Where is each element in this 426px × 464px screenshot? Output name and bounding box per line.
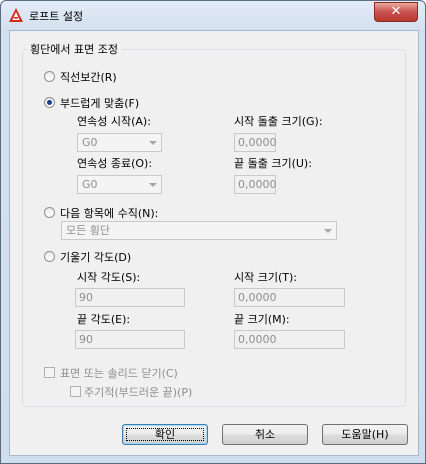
start-angle-input[interactable]: 90 (75, 288, 185, 307)
smooth-fit-radio[interactable] (44, 97, 55, 108)
close-icon: ✕ (390, 4, 402, 19)
autocad-app-icon (9, 8, 23, 22)
end-magnitude-value: 0,0000 (238, 333, 277, 346)
ruled-label[interactable]: 직선보간(R) (60, 69, 117, 85)
end-angle-value: 90 (79, 333, 93, 346)
end-angle-input[interactable]: 90 (75, 330, 185, 349)
help-button[interactable]: 도움말(H) (322, 424, 408, 445)
draft-angles-label[interactable]: 기울기 각도(D) (60, 249, 131, 265)
normal-to-value: 모든 횡단 (66, 224, 110, 237)
start-bulge-input[interactable]: 0,0000 (234, 133, 277, 152)
end-magnitude-label: 끝 크기(M): (234, 313, 290, 326)
close-solid-checkbox[interactable] (44, 367, 55, 378)
cancel-label: 취소 (254, 428, 276, 441)
end-bulge-input[interactable]: 0,0000 (234, 175, 277, 194)
chevron-down-icon (324, 229, 332, 233)
end-continuity-label: 연속성 종료(O): (77, 157, 153, 170)
dialog-body: 횡단에서 표면 조정 직선보간(R) 부드럽게 맞춤(F) 연속성 시작(A):… (9, 30, 419, 456)
start-bulge-label: 시작 돌출 크기(G): (234, 115, 323, 128)
end-continuity-select[interactable]: G0 (77, 175, 162, 194)
start-angle-label: 시작 각도(S): (77, 271, 141, 284)
normal-to-radio[interactable] (44, 207, 55, 218)
normal-to-select[interactable]: 모든 횡단 (61, 221, 337, 240)
start-continuity-select[interactable]: G0 (77, 133, 162, 152)
start-bulge-value: 0,0000 (238, 136, 277, 149)
start-continuity-value: G0 (82, 136, 98, 149)
end-continuity-value: G0 (82, 178, 98, 191)
start-magnitude-label: 시작 크기(T): (234, 271, 297, 284)
draft-angles-radio[interactable] (44, 251, 55, 262)
window-title: 로프트 설정 (29, 10, 84, 23)
end-bulge-value: 0,0000 (238, 178, 277, 191)
close-solid-label[interactable]: 표면 또는 솔리드 닫기(C) (60, 365, 178, 381)
periodic-checkbox[interactable] (70, 386, 81, 397)
normal-to-label[interactable]: 다음 항목에 수직(N): (60, 205, 158, 221)
start-magnitude-value: 0,0000 (238, 291, 277, 304)
end-bulge-label: 끝 돌출 크기(U): (234, 157, 312, 170)
chevron-down-icon (149, 141, 157, 145)
chevron-down-icon (149, 183, 157, 187)
periodic-label[interactable]: 주기적(부드러운 끝)(P) (84, 384, 192, 400)
group-title: 횡단에서 표면 조정 (27, 41, 121, 57)
ok-button[interactable]: 확인 (122, 424, 208, 445)
cancel-button[interactable]: 취소 (222, 424, 308, 445)
title-bar[interactable]: 로프트 설정 ✕ (1, 1, 425, 29)
end-magnitude-input[interactable]: 0,0000 (234, 330, 345, 349)
start-continuity-label: 연속성 시작(A): (77, 115, 151, 128)
end-angle-label: 끝 각도(E): (77, 313, 131, 326)
start-magnitude-input[interactable]: 0,0000 (234, 288, 345, 307)
help-label: 도움말(H) (341, 428, 389, 441)
smooth-fit-label[interactable]: 부드럽게 맞춤(F) (60, 95, 139, 111)
ok-label: 확인 (154, 428, 176, 441)
dialog-window: 로프트 설정 ✕ 횡단에서 표면 조정 직선보간(R) 부드럽게 맞춤(F) 연… (0, 0, 426, 464)
start-angle-value: 90 (79, 291, 93, 304)
close-button[interactable]: ✕ (374, 2, 418, 22)
ruled-radio[interactable] (44, 71, 55, 82)
